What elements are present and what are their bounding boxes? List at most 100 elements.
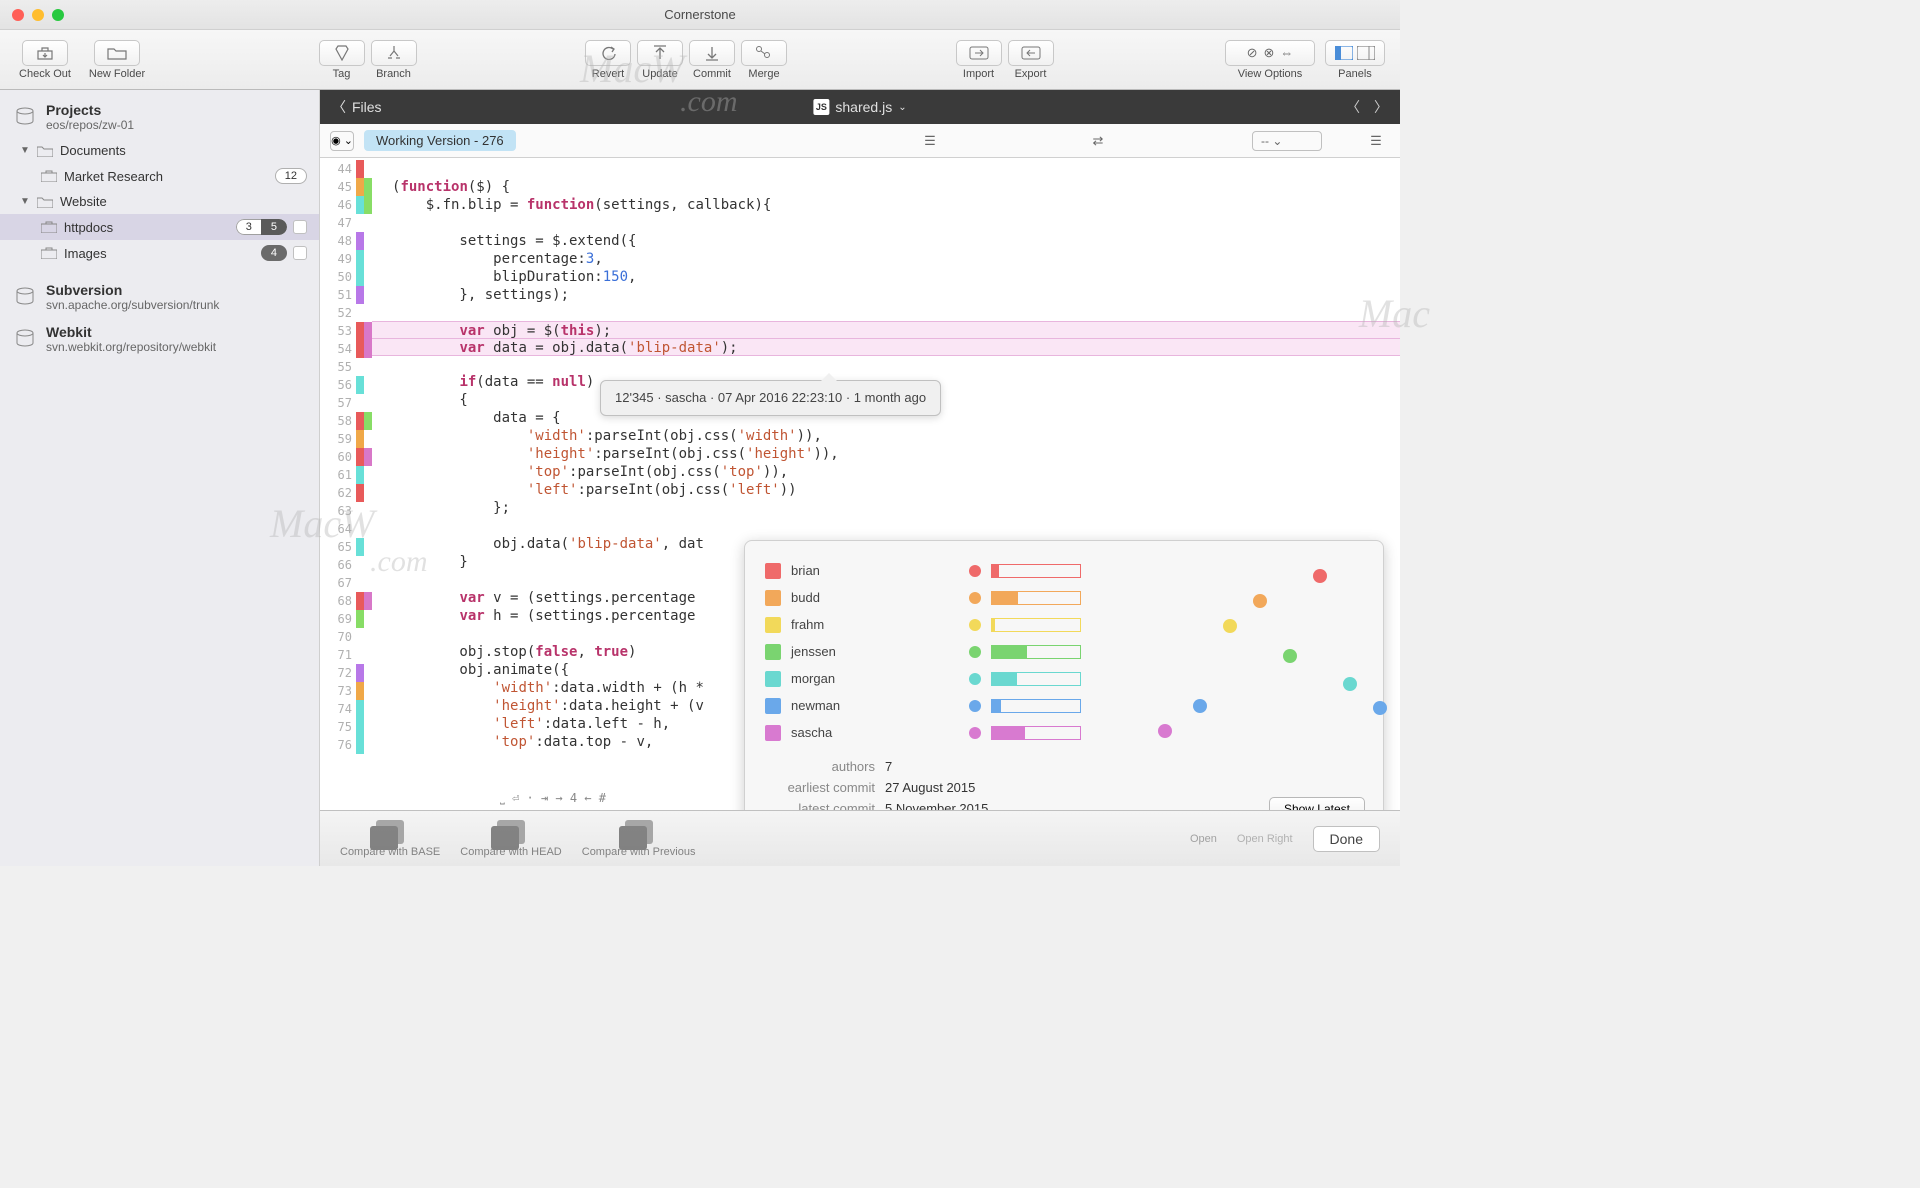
- list-icon[interactable]: ☰: [916, 130, 944, 152]
- author-color-swatch: [765, 644, 781, 660]
- toolbar: Check Out New Folder Tag Branch Revert U…: [0, 30, 1400, 90]
- window-title: Cornerstone: [664, 7, 736, 22]
- checkbox[interactable]: [293, 246, 307, 260]
- briefcase-icon: [40, 220, 58, 234]
- chevron-down-icon: ▼: [20, 145, 30, 156]
- sidebar-item-website[interactable]: ▼ Website: [0, 189, 319, 214]
- blame-marks-2: [364, 158, 372, 866]
- export-button[interactable]: Export: [1006, 40, 1056, 80]
- count-badge: 12: [275, 168, 307, 184]
- chart-point: [1373, 701, 1387, 715]
- author-name: newman: [791, 698, 871, 713]
- editor-ruler: ⎵ ⏎ · ⇥ → 4 ← #: [500, 791, 606, 806]
- back-button[interactable]: 〈 Files: [332, 97, 382, 117]
- author-color-swatch: [765, 563, 781, 579]
- tag-button[interactable]: Tag: [317, 40, 367, 80]
- repo-icon: [12, 328, 38, 350]
- viewoptions-button[interactable]: ⊘⊗⇔ View Options: [1220, 40, 1320, 80]
- author-dot: [969, 673, 981, 685]
- repo-icon: [12, 106, 38, 128]
- blame-tooltip: 12'345 · sascha · 07 Apr 2016 22:23:10 ·…: [600, 380, 941, 416]
- repo-icon: [12, 286, 38, 308]
- sidebar-item-httpdocs[interactable]: httpdocs 35: [0, 214, 319, 240]
- version-chip[interactable]: Working Version - 276: [364, 130, 516, 151]
- line-numbers: 4445464748495051525354555657585960616263…: [320, 158, 356, 866]
- author-dot: [969, 727, 981, 739]
- chart-point: [1313, 569, 1327, 583]
- maximize-icon[interactable]: [52, 9, 64, 21]
- revert-button[interactable]: Revert: [583, 40, 633, 80]
- author-name: frahm: [791, 617, 871, 632]
- panels-button[interactable]: Panels: [1320, 40, 1390, 80]
- compare-head-button[interactable]: Compare with HEAD: [460, 820, 561, 858]
- checkbox[interactable]: [293, 220, 307, 234]
- count-badge: 4: [261, 245, 287, 261]
- author-color-swatch: [765, 671, 781, 687]
- compare-select[interactable]: -- ⌄: [1252, 131, 1322, 151]
- author-name: brian: [791, 563, 871, 578]
- nav-next-icon[interactable]: 〉: [1374, 97, 1388, 117]
- author-dot: [969, 565, 981, 577]
- list-icon[interactable]: ☰: [1362, 130, 1390, 152]
- compare-base-button[interactable]: Compare with BASE: [340, 820, 440, 858]
- commit-button[interactable]: Commit: [687, 40, 737, 80]
- author-color-swatch: [765, 725, 781, 741]
- done-button[interactable]: Done: [1313, 826, 1380, 852]
- author-bar: [991, 699, 1081, 713]
- import-button[interactable]: Import: [954, 40, 1004, 80]
- window-controls: [12, 9, 64, 21]
- chevron-updown-icon: ⌄: [898, 102, 906, 113]
- close-icon[interactable]: [12, 9, 24, 21]
- content-area: 〈 Files JS shared.js ⌄ 〈 〉 ◉ ⌄ Working V…: [320, 90, 1400, 866]
- author-color-swatch: [765, 590, 781, 606]
- author-bar: [991, 564, 1081, 578]
- chart-point: [1253, 594, 1267, 608]
- nav-prev-icon[interactable]: 〈: [1346, 97, 1360, 117]
- open-button[interactable]: Open: [1190, 833, 1217, 845]
- checkout-button[interactable]: Check Out: [10, 40, 80, 80]
- briefcase-icon: [40, 169, 58, 183]
- author-bar: [991, 645, 1081, 659]
- author-name: budd: [791, 590, 871, 605]
- author-bar: [991, 726, 1081, 740]
- author-dot: [969, 592, 981, 604]
- minimize-icon[interactable]: [32, 9, 44, 21]
- chart-point: [1193, 699, 1207, 713]
- author-bar: [991, 672, 1081, 686]
- chart-point: [1158, 724, 1172, 738]
- blame-marks-1: [356, 158, 364, 866]
- titlebar: Cornerstone: [0, 0, 1400, 30]
- chart-point: [1283, 649, 1297, 663]
- chart-point: [1223, 619, 1237, 633]
- js-file-icon: JS: [813, 99, 829, 115]
- sidebar-item-marketresearch[interactable]: Market Research 12: [0, 163, 319, 189]
- sidebar-subversion-header[interactable]: Subversion svn.apache.org/subversion/tru…: [0, 276, 319, 318]
- update-button[interactable]: Update: [635, 40, 685, 80]
- blame-panel: brian budd frahm jenssen morgan newman s…: [744, 540, 1384, 836]
- author-dot: [969, 700, 981, 712]
- chart-point: [1343, 677, 1357, 691]
- sidebar-item-documents[interactable]: ▼ Documents: [0, 138, 319, 163]
- author-name: morgan: [791, 671, 871, 686]
- bottombar: Compare with BASE Compare with HEAD Comp…: [320, 810, 1400, 866]
- newfolder-button[interactable]: New Folder: [82, 40, 152, 80]
- versionbar: ◉ ⌄ Working Version - 276 ☰ ⇄ -- ⌄ ☰: [320, 124, 1400, 158]
- author-name: sascha: [791, 725, 871, 740]
- author-color-swatch: [765, 617, 781, 633]
- swap-icon[interactable]: ⇄: [1084, 130, 1112, 152]
- blame-scatter-chart: [1113, 559, 1363, 739]
- sidebar-webkit-header[interactable]: Webkit svn.webkit.org/repository/webkit: [0, 318, 319, 360]
- author-dot: [969, 646, 981, 658]
- author-color-swatch: [765, 698, 781, 714]
- sidebar-projects-header[interactable]: Projects eos/repos/zw-01: [0, 96, 319, 138]
- open-right-button[interactable]: Open Right: [1237, 833, 1293, 845]
- branch-button[interactable]: Branch: [369, 40, 419, 80]
- author-name: jenssen: [791, 644, 871, 659]
- sidebar: Projects eos/repos/zw-01 ▼ Documents Mar…: [0, 90, 320, 866]
- target-dropdown[interactable]: ◉ ⌄: [330, 131, 354, 151]
- chevron-left-icon: 〈: [332, 97, 346, 117]
- sidebar-item-images[interactable]: Images 4: [0, 240, 319, 266]
- compare-prev-button[interactable]: Compare with Previous: [582, 820, 696, 858]
- filename-dropdown[interactable]: JS shared.js ⌄: [813, 99, 906, 115]
- merge-button[interactable]: Merge: [739, 40, 789, 80]
